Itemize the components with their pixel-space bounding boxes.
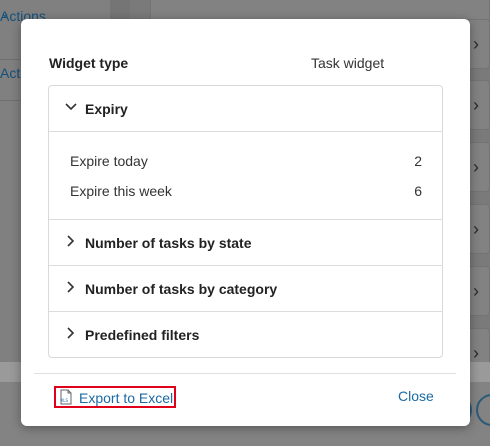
chevron-right-icon: ›	[473, 34, 479, 54]
expiry-value: 2	[414, 153, 422, 169]
accordion-title: Number of tasks by category	[85, 281, 278, 297]
expiry-label: Expire this week	[70, 183, 172, 199]
background-actions-label-2: Acti	[0, 65, 24, 81]
accordion-header-predefined-filters[interactable]: Predefined filters	[49, 312, 442, 358]
excel-file-icon: XLS	[60, 389, 72, 405]
accordion-header-tasks-by-category[interactable]: Number of tasks by category	[49, 266, 442, 312]
accordion-header-tasks-by-state[interactable]: Number of tasks by state	[49, 220, 442, 266]
divider	[49, 131, 442, 132]
chevron-right-icon	[67, 327, 75, 339]
widget-type-row: Widget type Task widget	[49, 55, 439, 73]
chevron-right-icon: ›	[473, 343, 479, 363]
chevron-down-icon	[65, 103, 77, 111]
chevron-right-icon: ›	[473, 95, 479, 115]
chevron-right-icon: ›	[473, 157, 479, 177]
expiry-value: 6	[414, 183, 422, 199]
expiry-row-week: Expire this week 6	[70, 183, 422, 201]
footer-divider	[34, 373, 456, 374]
widget-type-value: Task widget	[311, 55, 385, 71]
widget-details-dialog: Widget type Task widget Expiry Expire to…	[21, 19, 470, 426]
widget-accordion: Expiry Expire today 2 Expire this week 6…	[48, 85, 443, 358]
accordion-title: Expiry	[85, 101, 128, 117]
chevron-right-icon: ›	[473, 219, 479, 239]
accordion-header-expiry[interactable]: Expiry	[49, 86, 442, 132]
export-label: Export to Excel	[79, 390, 174, 406]
expiry-row-today: Expire today 2	[70, 153, 422, 171]
chevron-right-icon	[67, 281, 75, 293]
chevron-right-icon	[67, 235, 75, 247]
widget-type-label: Widget type	[49, 55, 129, 71]
chevron-right-icon: ›	[473, 281, 479, 301]
accordion-title: Predefined filters	[85, 327, 200, 343]
excel-icon-text: XLS	[61, 398, 69, 403]
background-actions-label: Actions ⌄	[0, 6, 46, 24]
accordion-title: Number of tasks by state	[85, 235, 252, 251]
expiry-label: Expire today	[70, 153, 148, 169]
close-button[interactable]: Close	[398, 388, 434, 404]
export-to-excel-button[interactable]: XLS Export to Excel	[54, 386, 176, 408]
